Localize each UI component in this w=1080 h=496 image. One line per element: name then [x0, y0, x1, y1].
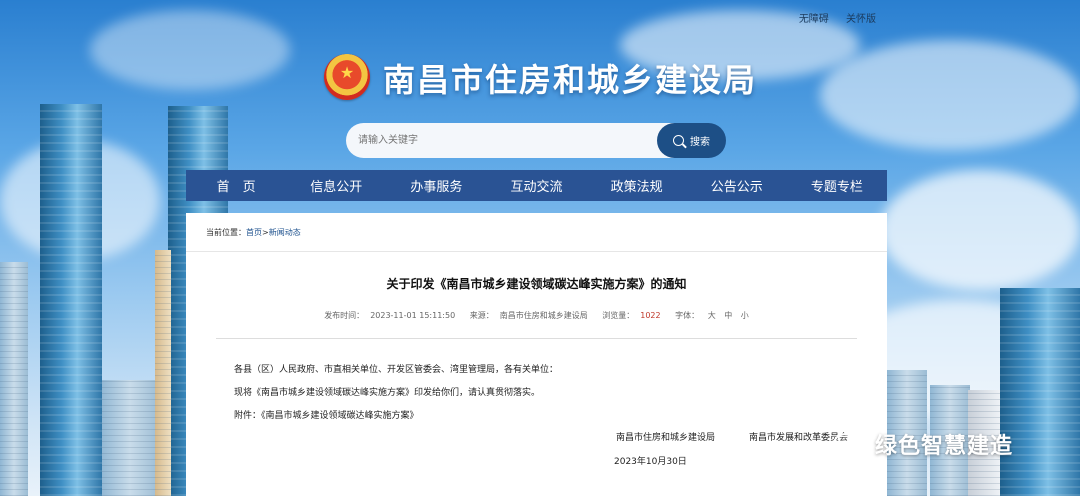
search-button[interactable]: 搜索 — [657, 123, 726, 158]
article-panel: 当前位置：首页>新闻动态 关于印发《南昌市城乡建设领域碳达峰实施方案》的通知 发… — [186, 213, 887, 496]
views-count: 1022 — [640, 311, 661, 320]
article-paragraph-body: 现将《南昌市城乡建设领域碳达峰实施方案》印发给你们，请认真贯彻落实。 — [234, 388, 541, 398]
article-attachment-link[interactable]: 附件：《南昌市城乡建设领域碳达峰实施方案》 — [234, 408, 419, 421]
source-label: 来源： — [469, 311, 494, 320]
signer-housing-bureau: 南昌市住房和城乡建设局 — [616, 433, 716, 443]
search-bar: 搜索 — [346, 123, 726, 158]
breadcrumb-separator: > — [262, 228, 269, 237]
wechat-icon — [833, 431, 867, 458]
source-value: 南昌市住房和城乡建设局 — [499, 311, 588, 320]
nav-interaction[interactable]: 互动交流 — [486, 170, 586, 201]
breadcrumb-prefix: 当前位置： — [206, 228, 246, 237]
nav-services[interactable]: 办事服务 — [386, 170, 486, 201]
site-title: 南昌市住房和城乡建设局 — [383, 61, 758, 99]
divider — [216, 338, 857, 339]
article-paragraph-salutation: 各县（区）人民政府、市直相关单位、开发区管委会、湾里管理局，各有关单位： — [234, 365, 559, 375]
article-title: 关于印发《南昌市城乡建设领域碳达峰实施方案》的通知 — [386, 277, 687, 291]
font-size-large[interactable]: 大 — [708, 311, 716, 320]
search-input[interactable] — [346, 123, 676, 158]
nav-home[interactable]: 首 页 — [186, 170, 286, 201]
national-emblem-icon — [324, 54, 370, 100]
divider — [186, 251, 887, 252]
watermark-text: 绿色智慧建造 — [875, 434, 1014, 459]
issue-date: 2023年10月30日 — [614, 457, 687, 467]
font-size-small[interactable]: 小 — [741, 311, 749, 320]
watermark: 绿色智慧建造 — [833, 428, 1013, 460]
breadcrumb-home[interactable]: 首页 — [246, 228, 262, 237]
main-nav: 首 页 信息公开 办事服务 互动交流 政策法规 公告公示 专题专栏 — [186, 170, 887, 201]
views-label: 浏览量： — [602, 311, 635, 320]
elder-mode-link[interactable]: 关怀版 — [846, 14, 876, 25]
font-label: 字体： — [675, 311, 700, 320]
accessibility-link[interactable]: 无障碍 — [799, 14, 829, 25]
search-button-label: 搜索 — [690, 137, 710, 148]
nav-policies[interactable]: 政策法规 — [587, 170, 687, 201]
nav-info-disclosure[interactable]: 信息公开 — [286, 170, 386, 201]
publish-time: 2023-11-01 15:11:50 — [370, 311, 456, 320]
search-icon — [673, 135, 684, 146]
breadcrumb-current[interactable]: 新闻动态 — [269, 228, 301, 237]
breadcrumb: 当前位置：首页>新闻动态 — [206, 227, 301, 238]
font-size-medium[interactable]: 中 — [724, 311, 732, 320]
publish-label: 发布时间： — [324, 311, 365, 320]
article-meta: 发布时间： 2023-11-01 15:11:50 来源： 南昌市住房和城乡建设局 … — [186, 310, 887, 321]
nav-announcements[interactable]: 公告公示 — [687, 170, 787, 201]
top-links: 无障碍 关怀版 — [785, 10, 876, 25]
nav-special-topics[interactable]: 专题专栏 — [787, 170, 887, 201]
